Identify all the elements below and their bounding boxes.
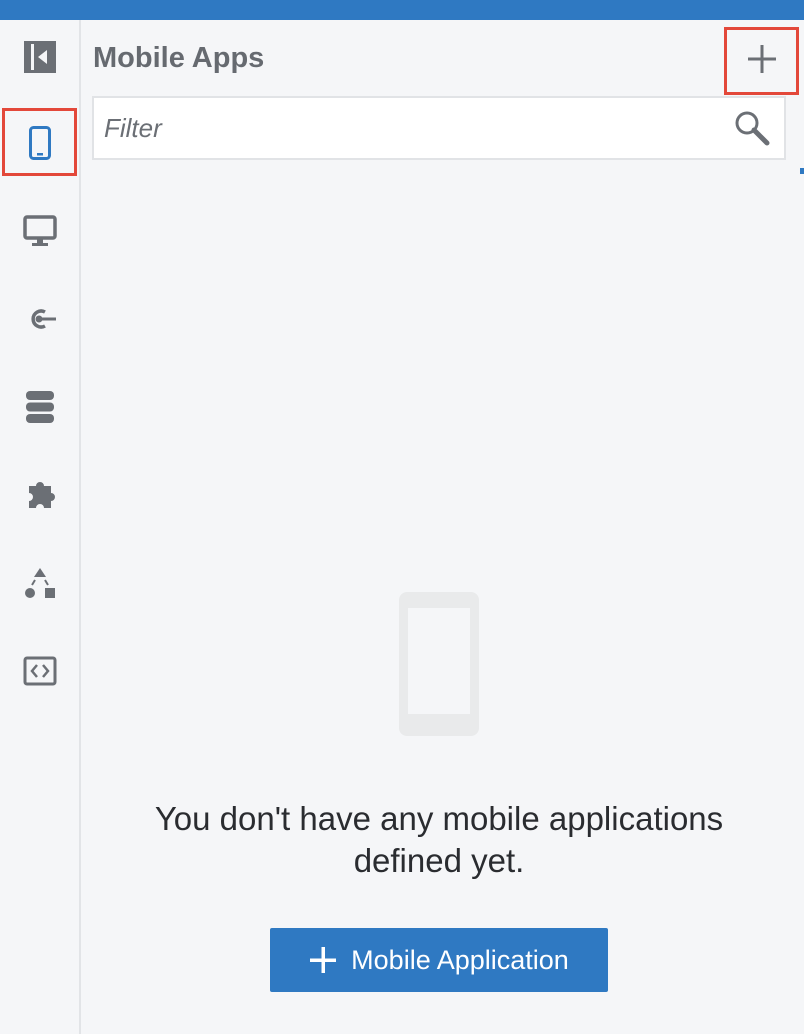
plus-icon (746, 43, 778, 80)
database-icon (25, 390, 55, 424)
code-icon (23, 656, 57, 686)
add-mobile-app-button[interactable] (724, 27, 799, 95)
connector-icon (23, 308, 57, 330)
collapse-panel-icon (23, 40, 57, 74)
filter-input[interactable] (104, 103, 724, 153)
scroll-indicator (800, 168, 804, 174)
sidebar-collapse-button[interactable] (0, 22, 79, 92)
sidebar-item-plugins[interactable] (0, 460, 79, 530)
sidebar-item-mobile-apps[interactable] (0, 108, 79, 178)
panel-title: Mobile Apps (93, 42, 265, 74)
mobile-phone-icon (28, 126, 51, 160)
button-label: Mobile Application (351, 944, 569, 975)
create-mobile-application-button[interactable]: Mobile Application (270, 928, 608, 992)
shapes-flow-icon (23, 566, 57, 600)
search-icon[interactable] (734, 110, 770, 151)
mobile-apps-panel: Mobile Apps You don't have any mobile ap… (81, 20, 804, 1034)
sidebar-item-connectors[interactable] (0, 284, 79, 354)
mobile-phone-illustration (399, 592, 479, 741)
plus-icon (309, 946, 337, 974)
sidebar-item-storage[interactable] (0, 372, 79, 442)
top-header-bar (0, 0, 804, 20)
left-sidebar (0, 20, 81, 1034)
puzzle-piece-icon (23, 478, 57, 512)
filter-box (92, 96, 786, 160)
sidebar-item-processes[interactable] (0, 548, 79, 618)
desktop-monitor-icon (22, 215, 57, 247)
sidebar-item-api[interactable] (0, 636, 79, 706)
sidebar-item-web-apps[interactable] (0, 196, 79, 266)
empty-state-message: You don't have any mobile applications d… (154, 800, 724, 879)
